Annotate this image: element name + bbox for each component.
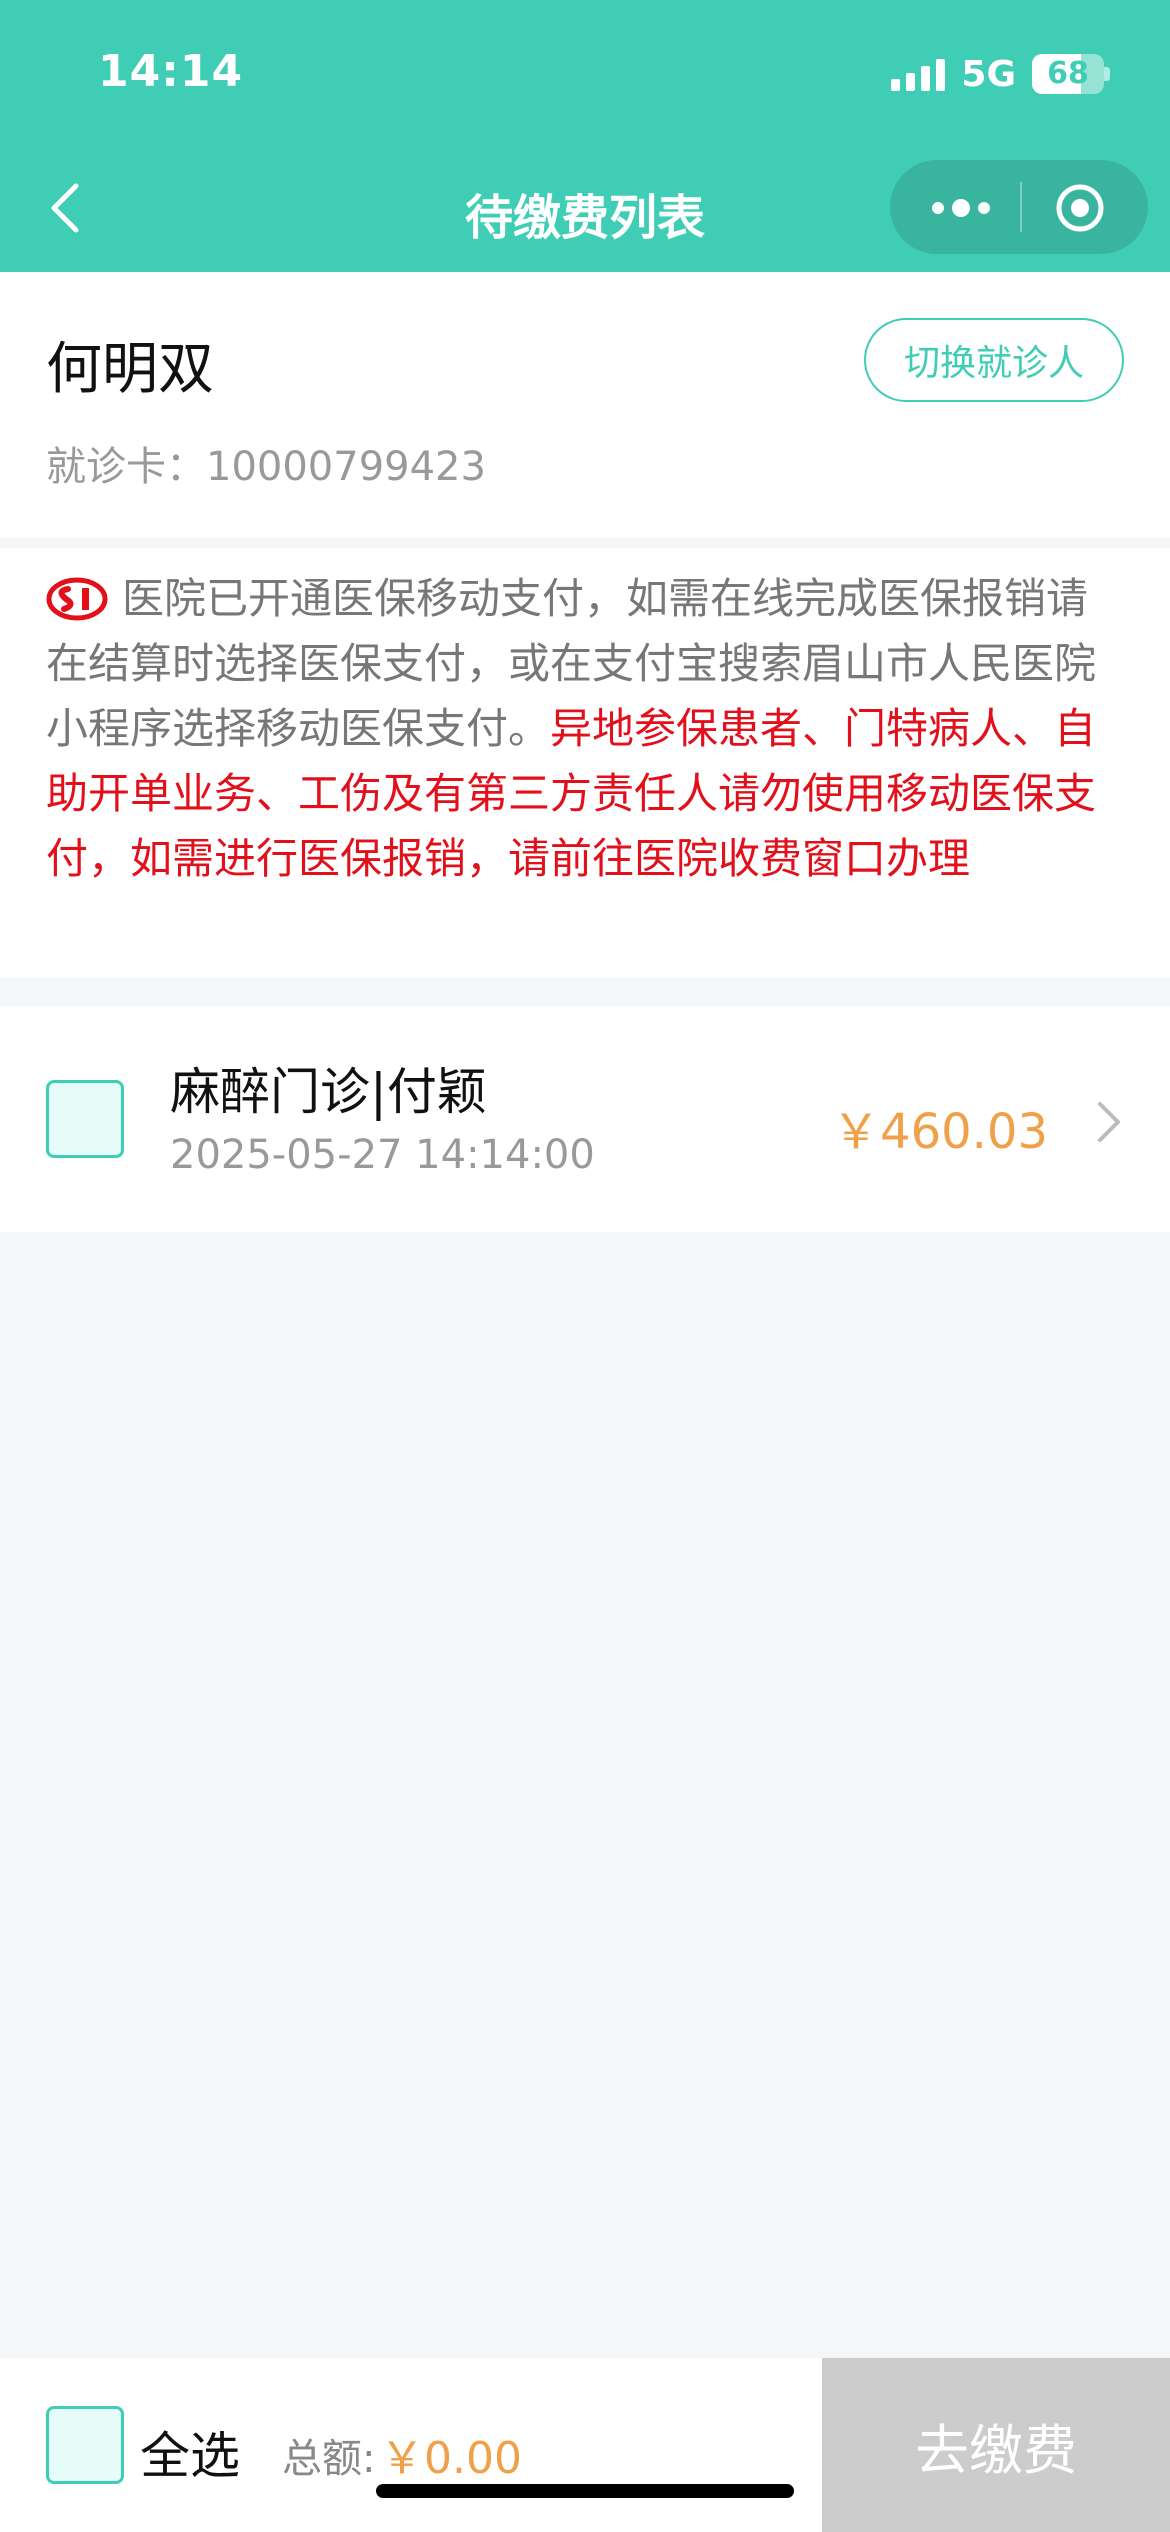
network-type: 5G: [961, 53, 1016, 95]
more-button[interactable]: [926, 188, 996, 228]
patient-name: 何明双: [46, 337, 214, 402]
miniprogram-capsule: [890, 160, 1148, 254]
target-icon: [1056, 184, 1104, 232]
bill-title: 麻醉门诊|付颖: [170, 1063, 487, 1121]
select-all-checkbox[interactable]: [46, 2406, 124, 2484]
more-dots-icon: [932, 199, 990, 217]
bill-checkbox[interactable]: [46, 1080, 124, 1158]
header: 14:14 5G 68 待缴费列表: [0, 0, 1170, 272]
status-indicators: 5G 68: [891, 52, 1110, 96]
total-label: 总额:: [282, 2436, 376, 2482]
bill-item[interactable]: 麻醉门诊|付颖 2025-05-27 14:14:00 ￥460.03: [0, 1006, 1170, 1232]
bill-time: 2025-05-27 14:14:00: [170, 1132, 595, 1178]
battery-level: 68: [1047, 56, 1089, 91]
notice-text: 医院已开通医保移动支付，如需在线完成医保报销请在结算时选择医保支付，或在支付宝搜…: [46, 566, 1124, 891]
bill-amount: ￥460.03: [832, 1104, 1048, 1160]
home-indicator: [376, 2484, 794, 2498]
pay-button[interactable]: 去缴费: [822, 2358, 1170, 2532]
social-insurance-logo-icon: [46, 577, 108, 621]
card-number: 10000799423: [206, 444, 486, 490]
pending-payment-page: 14:14 5G 68 待缴费列表 何明双 就诊卡：10000799423 切换…: [0, 0, 1170, 2532]
total-amount: ￥0.00: [380, 2433, 522, 2484]
insurance-notice: 医院已开通医保移动支付，如需在线完成医保报销请在结算时选择医保支付，或在支付宝搜…: [0, 548, 1170, 978]
signal-icon: [891, 57, 946, 91]
bottom-bar: 全选 总额: ￥0.00 去缴费: [0, 2358, 1170, 2532]
card-label: 就诊卡：: [46, 444, 206, 490]
battery-icon: 68: [1032, 54, 1110, 94]
select-all-label[interactable]: 全选: [140, 2416, 240, 2488]
capsule-divider: [1020, 182, 1022, 232]
switch-patient-button[interactable]: 切换就诊人: [864, 318, 1124, 402]
card-info: 就诊卡：10000799423: [46, 434, 486, 492]
close-miniprogram-button[interactable]: [1054, 182, 1106, 234]
status-time: 14:14: [98, 46, 244, 97]
patient-card: 何明双 就诊卡：10000799423 切换就诊人: [0, 272, 1170, 538]
chevron-right-icon: [1098, 1102, 1120, 1142]
